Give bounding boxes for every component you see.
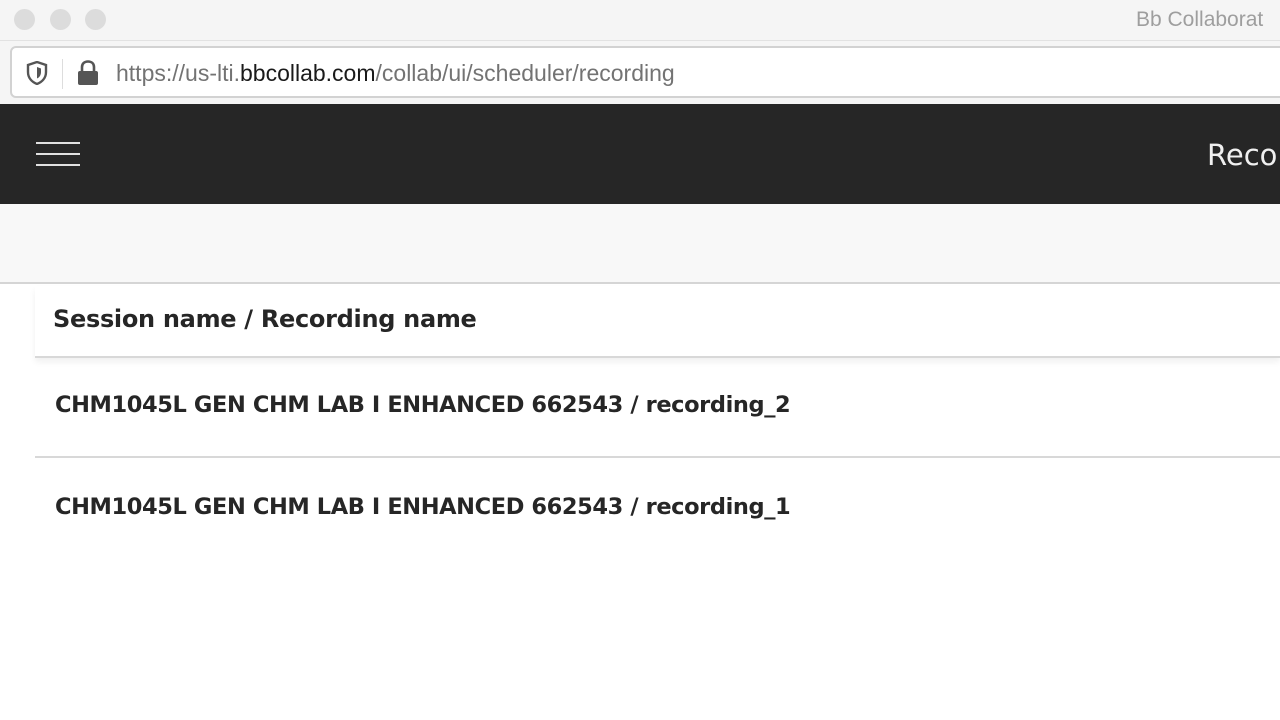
hamburger-menu-icon[interactable] (36, 142, 81, 170)
url-text[interactable]: https://us-lti.bbcollab.com/collab/ui/sc… (116, 60, 675, 87)
table-row[interactable]: CHM1045L GEN CHM LAB I ENHANCED 662543 /… (35, 358, 1280, 458)
shield-icon[interactable] (26, 61, 48, 85)
column-header-session-recording-name[interactable]: Session name / Recording name (53, 305, 477, 333)
toolbar-area (0, 204, 1280, 284)
window-title: Bb Collaborat (1136, 8, 1264, 31)
url-path: /collab/ui/scheduler/recording (375, 60, 675, 86)
maximize-window-button[interactable] (85, 9, 106, 30)
url-prefix: https://us-lti. (116, 60, 240, 86)
recording-name[interactable]: CHM1045L GEN CHM LAB I ENHANCED 662543 /… (55, 392, 791, 418)
minimize-window-button[interactable] (50, 9, 71, 30)
recording-name[interactable]: CHM1045L GEN CHM LAB I ENHANCED 662543 /… (55, 494, 791, 520)
table-row[interactable]: CHM1045L GEN CHM LAB I ENHANCED 662543 /… (35, 460, 1280, 560)
page-title: Recor (1207, 138, 1280, 172)
app-header: Recor (0, 104, 1280, 204)
close-window-button[interactable] (14, 9, 35, 30)
browser-titlebar: Bb Collaborat (0, 0, 1280, 40)
lock-icon[interactable] (76, 60, 100, 86)
table-header: Session name / Recording name (35, 286, 1280, 358)
address-bar[interactable]: https://us-lti.bbcollab.com/collab/ui/sc… (10, 46, 1280, 98)
url-domain: bbcollab.com (239, 60, 376, 86)
address-bar-separator (62, 59, 63, 89)
browser-toolbar: https://us-lti.bbcollab.com/collab/ui/sc… (0, 40, 1280, 104)
